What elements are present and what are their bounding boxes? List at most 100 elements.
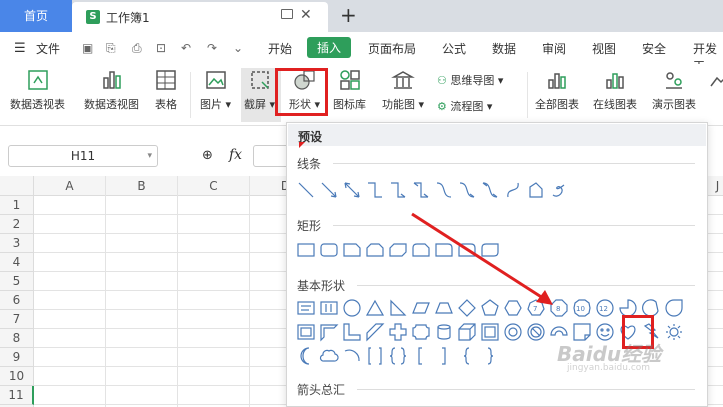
arc-shape[interactable]	[344, 349, 360, 362]
snip-single-corner-shape[interactable]	[343, 243, 361, 257]
elbow-connector-shape[interactable]	[368, 182, 382, 198]
sun-shape[interactable]	[666, 324, 682, 340]
donut-shape[interactable]	[504, 323, 522, 341]
no-symbol-shape[interactable]	[527, 323, 545, 341]
curved-double-arrow-shape[interactable]	[482, 182, 498, 198]
close-icon[interactable]: ✕	[300, 7, 312, 23]
column-header[interactable]: C	[178, 176, 250, 196]
left-bracket-shape[interactable]	[418, 347, 422, 365]
add-tab-button[interactable]: +	[340, 3, 357, 27]
can-shape[interactable]	[437, 324, 451, 340]
cube-shape[interactable]	[458, 323, 476, 341]
more-chart-icon[interactable]	[709, 68, 723, 96]
round-single-corner-shape[interactable]	[435, 243, 453, 257]
row-header[interactable]: 1	[0, 196, 34, 215]
scribble-shape[interactable]	[552, 184, 565, 197]
table-button[interactable]: 表格	[154, 68, 178, 112]
heptagon-shape[interactable]: 7	[527, 299, 545, 316]
left-brace-shape[interactable]	[463, 347, 470, 365]
rounded-rect-shape[interactable]	[320, 243, 338, 257]
snip-diagonal-shape[interactable]	[389, 243, 407, 257]
menu-item-page-layout[interactable]: 页面布局	[368, 40, 416, 57]
row-header[interactable]: 11	[0, 386, 34, 405]
online-charts-button[interactable]: 在线图表	[593, 68, 637, 112]
dodecagon-shape[interactable]: 12	[596, 299, 614, 317]
chord-shape[interactable]	[642, 299, 659, 317]
pivot-chart-button[interactable]: 数据透视图	[84, 68, 139, 112]
hexagon-shape[interactable]	[504, 300, 522, 316]
menu-icon[interactable]: ☰	[14, 41, 26, 56]
moon-shape[interactable]	[300, 347, 310, 365]
menu-item-review[interactable]: 审阅	[542, 40, 566, 57]
double-arrow-shape[interactable]	[344, 182, 360, 198]
tab-workbook[interactable]: S 工作簿1 ✕	[72, 2, 328, 32]
redo-icon[interactable]: ↷	[207, 41, 217, 55]
row-header[interactable]: 3	[0, 234, 34, 253]
block-arc-shape[interactable]	[550, 326, 568, 336]
chevron-down-icon[interactable]: ⌄	[233, 41, 243, 55]
row-header[interactable]: 4	[0, 253, 34, 272]
diamond-shape[interactable]	[458, 299, 476, 317]
elbow-arrow-shape[interactable]	[391, 182, 406, 198]
row-header[interactable]: 7	[0, 310, 34, 329]
screenshot-button[interactable]: 截屏 ▾	[244, 68, 275, 112]
right-triangle-shape[interactable]	[390, 299, 407, 316]
mindmap-button[interactable]: ⚇ 思维导图 ▾	[437, 72, 503, 88]
half-frame-shape[interactable]	[320, 324, 339, 342]
curved-arrow-shape[interactable]	[459, 182, 475, 198]
menu-item-data[interactable]: 数据	[492, 40, 516, 57]
icon-library-button[interactable]: 图标库	[333, 68, 366, 112]
tab-home[interactable]: 首页	[0, 0, 72, 32]
all-charts-button[interactable]: 全部图表	[535, 68, 579, 112]
round-diagonal-shape[interactable]	[481, 243, 499, 257]
menu-item-formula[interactable]: 公式	[442, 40, 466, 57]
row-header[interactable]: 8	[0, 329, 34, 348]
pivot-table-button[interactable]: 数据透视表	[10, 68, 65, 112]
menu-item-insert[interactable]: 插入	[307, 37, 352, 58]
save-icon[interactable]: ▣	[82, 41, 93, 55]
snip-round-shape[interactable]	[412, 243, 430, 257]
frame-shape[interactable]	[297, 324, 315, 340]
name-box[interactable]: H11 ▾	[8, 145, 158, 167]
row-header[interactable]: 9	[0, 348, 34, 367]
triangle-shape[interactable]	[365, 299, 385, 316]
row-header[interactable]: 6	[0, 291, 34, 310]
pentagon-shape[interactable]	[481, 299, 499, 316]
l-shape[interactable]	[343, 323, 361, 341]
chevron-down-icon[interactable]: ▾	[147, 146, 152, 166]
round-same-side-shape[interactable]	[458, 243, 476, 257]
file-menu[interactable]: 文件	[36, 40, 60, 57]
octagon-shape[interactable]: 8	[550, 299, 568, 317]
monitor-icon[interactable]	[281, 9, 293, 19]
curved-connector-shape[interactable]	[436, 182, 452, 198]
menu-item-security[interactable]: 安全	[642, 40, 666, 57]
arrow-line-shape[interactable]	[321, 182, 337, 198]
lines-shape-row[interactable]	[287, 177, 709, 207]
vertical-text-box-shape[interactable]	[320, 301, 338, 315]
column-header[interactable]: B	[106, 176, 178, 196]
row-header[interactable]: 5	[0, 272, 34, 291]
picture-button[interactable]: 图片 ▾	[200, 68, 231, 112]
function-chart-button[interactable]: 功能图 ▾	[382, 68, 424, 112]
curve-shape[interactable]	[507, 182, 519, 198]
double-brace-shape[interactable]	[389, 347, 407, 365]
right-brace-shape[interactable]	[487, 347, 494, 365]
elbow-double-arrow-shape[interactable]	[413, 182, 429, 198]
snip-same-side-shape[interactable]	[366, 243, 384, 257]
row-header[interactable]: 2	[0, 215, 34, 234]
oval-shape[interactable]	[343, 299, 361, 317]
export-icon[interactable]: ⎘	[106, 41, 116, 56]
parallelogram-shape[interactable]	[412, 302, 430, 314]
column-header[interactable]: A	[34, 176, 106, 196]
demo-charts-button[interactable]: 演示图表	[652, 68, 696, 112]
row-header[interactable]: 10	[0, 367, 34, 386]
menu-item-view[interactable]: 视图	[592, 40, 616, 57]
cross-shape[interactable]	[389, 323, 407, 341]
plaque-shape[interactable]	[412, 324, 430, 340]
menu-item-start[interactable]: 开始	[268, 40, 292, 57]
cloud-shape[interactable]	[319, 349, 339, 362]
teardrop-shape[interactable]	[665, 299, 683, 317]
undo-icon[interactable]: ↶	[181, 41, 191, 55]
decagon-shape[interactable]: 10	[573, 299, 591, 317]
line-shape[interactable]	[298, 182, 314, 198]
